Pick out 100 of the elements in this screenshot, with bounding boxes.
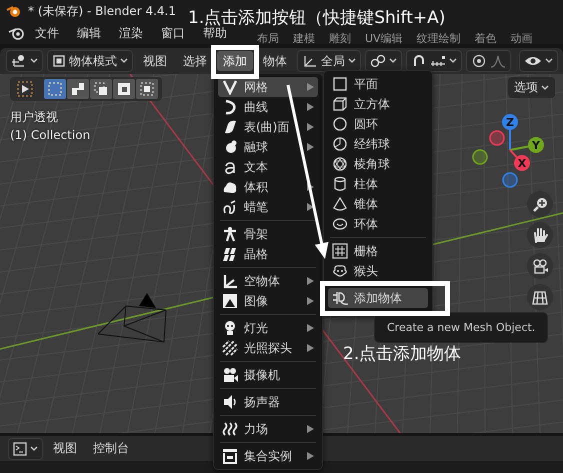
speaker-icon xyxy=(222,394,238,410)
empty-icon xyxy=(222,273,238,289)
uv-sphere-icon xyxy=(332,136,348,152)
workspace-tab[interactable]: 雕刻 xyxy=(322,30,358,46)
workspace-tab[interactable]: 纹理绘制 xyxy=(410,30,468,46)
menu-item[interactable]: 灯光 xyxy=(218,318,318,338)
menu-item[interactable]: 空物体 xyxy=(218,271,318,291)
selection-mode-button[interactable] xyxy=(90,79,112,99)
visibility-dropdown[interactable] xyxy=(519,50,558,72)
lattice-icon xyxy=(222,246,238,262)
caret-icon xyxy=(389,58,397,64)
grid-icon xyxy=(532,289,548,305)
viewport-nav-button[interactable] xyxy=(527,222,553,248)
selection-mode-button[interactable] xyxy=(67,79,89,99)
cylinder-icon xyxy=(332,176,348,192)
mesh-icon xyxy=(222,79,238,95)
blender-logo-icon[interactable] xyxy=(8,26,26,40)
navigation-gizmo[interactable]: Z Y X xyxy=(470,112,550,192)
menu-item[interactable]: 立方体 xyxy=(328,94,428,114)
header-menu[interactable]: 选择 xyxy=(177,51,213,71)
menu-item[interactable]: 光照探头 xyxy=(218,338,318,358)
transform-dropdown[interactable] xyxy=(6,50,43,72)
axis-dot[interactable] xyxy=(502,114,518,130)
selection-mode-button[interactable] xyxy=(44,79,66,99)
workspace-tab[interactable]: UV编辑 xyxy=(358,30,410,46)
cone-icon xyxy=(332,196,348,212)
workspace-tab[interactable]: 着色 xyxy=(468,30,504,46)
monkey-head-icon xyxy=(332,263,348,279)
menu-item[interactable]: 控制台 xyxy=(87,438,135,458)
menu-item[interactable]: 视图 xyxy=(47,438,83,458)
movie-camera-icon xyxy=(222,367,238,383)
caret-icon xyxy=(449,58,457,64)
menu-item[interactable]: 晶格 xyxy=(218,244,318,264)
menu-item[interactable]: 添加物体 xyxy=(328,288,428,308)
armature-icon xyxy=(222,226,238,242)
camera-icon xyxy=(532,258,548,274)
snap-dropdown[interactable] xyxy=(406,50,462,72)
menu-item[interactable]: 图像 xyxy=(218,291,318,311)
magnet-icon xyxy=(411,54,427,68)
menu-item[interactable]: 柱体 xyxy=(328,174,428,194)
menu-item[interactable]: 猴头 xyxy=(328,261,428,281)
add-object-icon xyxy=(332,290,348,306)
editor-type-dropdown[interactable] xyxy=(8,438,43,460)
menu-item[interactable]: 棱角球 xyxy=(328,154,428,174)
workspace-tab[interactable]: 布局 xyxy=(250,30,286,46)
caret-icon xyxy=(541,84,549,90)
negative-axis-dot[interactable] xyxy=(489,130,505,146)
axis-dot[interactable] xyxy=(528,137,544,153)
viewport-nav-button[interactable] xyxy=(527,191,553,217)
viewport-nav-button[interactable] xyxy=(527,253,553,279)
menu-item[interactable]: 摄像机 xyxy=(218,365,318,385)
menu-item[interactable]: 平面 xyxy=(328,74,428,94)
blender-logo-icon xyxy=(6,4,22,18)
eye-icon xyxy=(524,54,542,68)
menu-item[interactable]: 表(曲)面 xyxy=(218,117,318,137)
view-name: 用户透视 xyxy=(10,109,59,126)
caret-icon xyxy=(30,446,38,452)
viewport-nav-button[interactable] xyxy=(527,284,553,310)
menu-item[interactable]: 扬声器 xyxy=(218,392,318,412)
force-field-icon xyxy=(222,421,238,437)
menu-item[interactable]: 经纬球 xyxy=(328,134,428,154)
menu-item[interactable]: 骨架 xyxy=(218,224,318,244)
caret-icon xyxy=(120,58,128,64)
menu-item[interactable]: 集合实例 xyxy=(218,446,318,466)
negative-axis-dot[interactable] xyxy=(502,172,518,188)
negative-axis-dot[interactable] xyxy=(472,149,488,165)
highlight-frame xyxy=(211,45,259,79)
menu-item[interactable]: 编辑 xyxy=(68,24,110,42)
pivot-dropdown[interactable] xyxy=(365,50,402,72)
menu-item[interactable]: 环体 xyxy=(328,214,428,234)
menu-item[interactable]: 栅格 xyxy=(328,241,428,261)
axes-icon xyxy=(302,54,318,68)
workspace-tab[interactable]: 建模 xyxy=(286,30,322,46)
menu-item[interactable]: 力场 xyxy=(218,419,318,439)
menu-item[interactable]: 文本 xyxy=(218,157,318,177)
menu-item[interactable]: 蜡笔 xyxy=(218,197,318,217)
menu-item[interactable]: 网格 xyxy=(218,77,318,97)
proportional-icon xyxy=(471,54,487,68)
menu-item[interactable]: 渲染 xyxy=(110,24,152,42)
link-icon xyxy=(370,54,386,68)
diagonal-lines-icon xyxy=(222,340,238,356)
falloff-curve-icon xyxy=(490,54,506,68)
header-menu[interactable]: 物体 xyxy=(257,51,293,71)
menu-item[interactable]: 文件 xyxy=(26,24,68,42)
tooltip: Create a new Mesh Object. xyxy=(374,312,548,343)
header-menu[interactable]: 添加 xyxy=(217,51,253,71)
proportional-edit-dropdown[interactable] xyxy=(466,50,511,72)
selection-mode-button[interactable] xyxy=(136,79,158,99)
menu-item[interactable]: 融球 xyxy=(218,137,318,157)
header-menu[interactable]: 视图 xyxy=(137,51,173,71)
torus-icon xyxy=(332,216,348,232)
menu-item[interactable]: 曲线 xyxy=(218,97,318,117)
options-dropdown[interactable]: 选项 xyxy=(508,77,555,98)
axis-dot[interactable] xyxy=(514,155,530,171)
workspace-tab[interactable]: 动画 xyxy=(504,30,540,46)
menu-item[interactable]: 锥体 xyxy=(328,194,428,214)
menu-item[interactable]: 圆环 xyxy=(328,114,428,134)
mode-dropdown[interactable]: 物体模式 xyxy=(47,50,133,72)
selection-mode-button[interactable] xyxy=(113,79,135,99)
orientation-dropdown[interactable]: 全局 xyxy=(297,50,361,72)
